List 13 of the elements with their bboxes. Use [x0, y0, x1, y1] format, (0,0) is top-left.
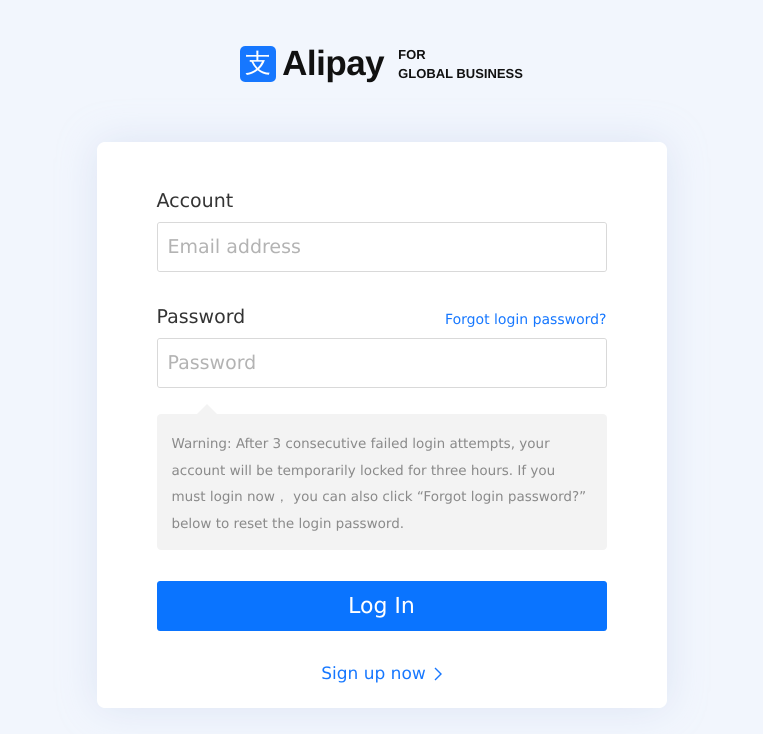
- field-label: Account: [156, 190, 234, 212]
- tagline: GLOBAL BUSINESS: [398, 65, 523, 83]
- tagline: FOR: [398, 46, 427, 64]
- login-button[interactable]: Log In: [156, 581, 606, 631]
- email-field[interactable]: Email address: [156, 222, 606, 272]
- password-field[interactable]: Password: [156, 338, 606, 388]
- forgot-password-link[interactable]: Forgot login password?: [445, 312, 606, 328]
- chevron-icon: [434, 667, 442, 681]
- logo-mark: 支: [240, 46, 276, 82]
- field-label: Password: [156, 306, 246, 328]
- signup-link[interactable]: Sign up now: [321, 664, 442, 684]
- brand-name: Alipay: [282, 44, 384, 84]
- warning-text: Warning: After 3 consecutive failed login attempts, your account will be temporarily locked for three hours. If you must login now， you can also click “Forgot login password?” below to reset the login password.: [172, 435, 588, 534]
